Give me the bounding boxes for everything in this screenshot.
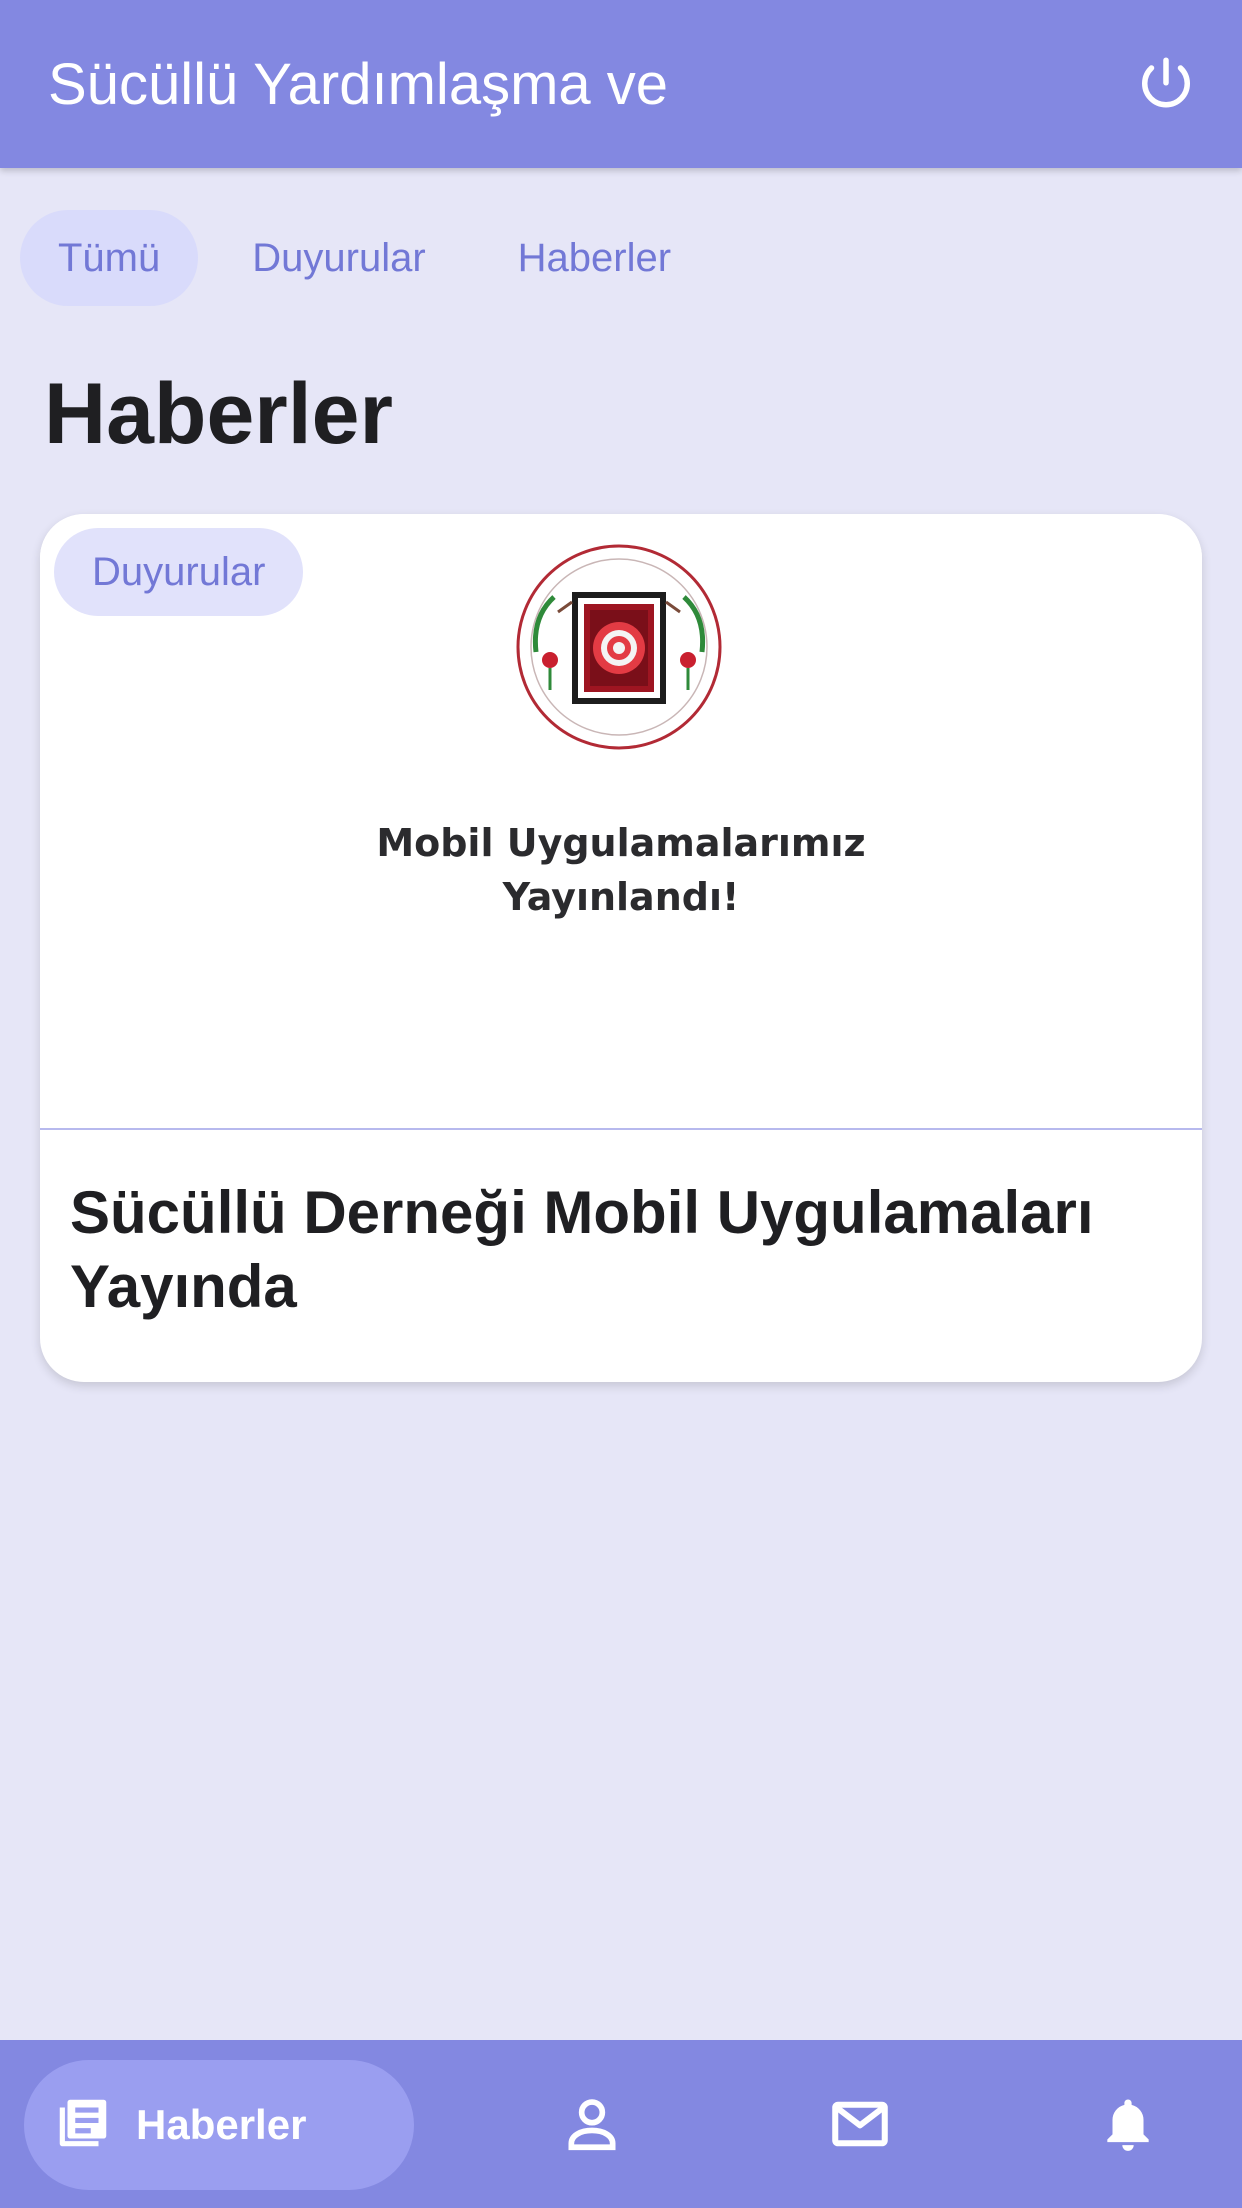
category-badge: Duyurular (54, 528, 304, 616)
promo-line-2: Yayınlandı! (502, 875, 740, 919)
power-icon[interactable] (1134, 52, 1198, 116)
news-card-title: Sücüllü Derneği Mobil Uygulamaları Yayın… (70, 1179, 1094, 1320)
app-title: Sücüllü Yardımlaşma ve (48, 51, 669, 117)
association-logo (516, 544, 722, 750)
bell-icon[interactable] (1088, 2084, 1168, 2164)
nav-item-news[interactable]: Haberler (24, 2060, 414, 2190)
card-divider (40, 1128, 1202, 1130)
promo-text: Mobil Uygulamalarımız Yayınlandı! (40, 816, 1202, 924)
person-icon[interactable] (552, 2084, 632, 2164)
tab-news[interactable]: Haberler (480, 210, 709, 306)
newspaper-icon (52, 2092, 114, 2159)
app-bar: Sücüllü Yardımlaşma ve (0, 0, 1242, 168)
filter-tabs: Tümü Duyurular Haberler (20, 210, 725, 306)
tab-announcements[interactable]: Duyurular (214, 210, 463, 306)
bottom-navigation: Haberler (0, 2040, 1242, 2208)
promo-line-1: Mobil Uygulamalarımız (376, 821, 866, 865)
news-card-image: Duyurular Mobil Uygulamalarımız Yayınlan… (40, 514, 1202, 1128)
nav-item-news-label: Haberler (136, 2101, 307, 2148)
mail-icon[interactable] (820, 2084, 900, 2164)
page-title: Haberler (44, 366, 393, 462)
news-card[interactable]: Duyurular Mobil Uygulamalarımız Yayınlan… (40, 514, 1202, 1382)
tab-all[interactable]: Tümü (20, 210, 199, 306)
